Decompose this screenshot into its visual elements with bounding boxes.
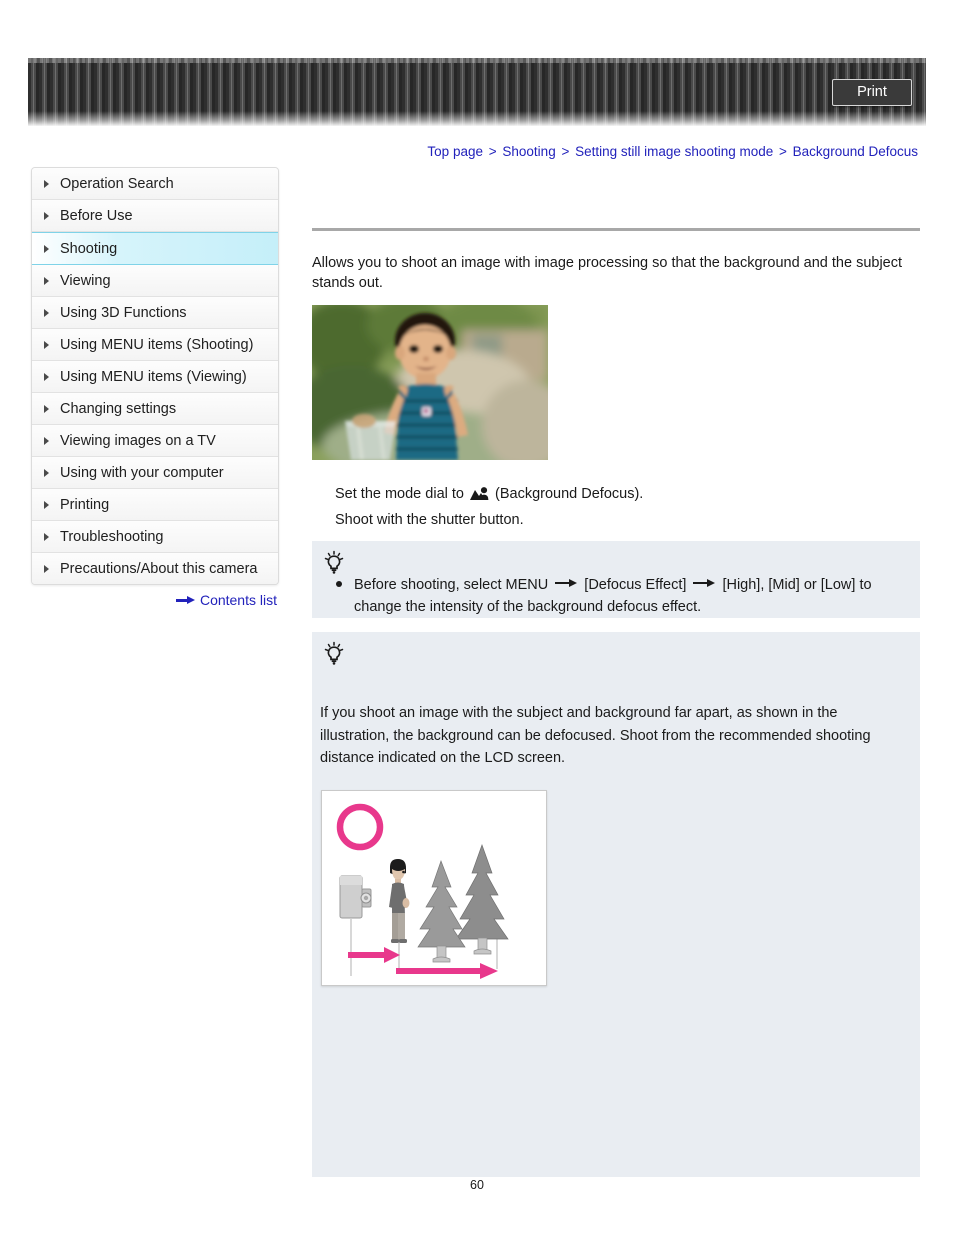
chevron-right-icon: [44, 244, 49, 253]
right-arrow-icon: [693, 578, 716, 588]
step-2-text: Shoot with the shutter button.: [335, 512, 524, 528]
breadcrumb-separator: >: [488, 144, 497, 159]
sidebar-item-shooting[interactable]: Shooting: [32, 232, 278, 265]
bullet-marker: [336, 581, 342, 587]
page-number: 60: [470, 1178, 484, 1192]
tip-text-part-1: Before shooting, select MENU: [354, 577, 553, 593]
tip-paragraph: If you shoot an image with the subject a…: [320, 705, 871, 766]
breadcrumb-item-setting-still-image-shooting-mode[interactable]: Setting still image shooting mode: [575, 144, 773, 159]
sidebar-navigation: Operation Search Before Use Shooting Vie…: [31, 167, 279, 585]
sidebar-item-viewing[interactable]: Viewing: [32, 265, 278, 297]
steps-list: Set the mode dial to (Background Defocus…: [335, 481, 895, 533]
contents-list-label: Contents list: [199, 592, 277, 608]
sample-photo: [312, 305, 548, 460]
breadcrumb-item-background-defocus[interactable]: Background Defocus: [793, 144, 918, 159]
breadcrumb-item-shooting[interactable]: Shooting: [502, 144, 555, 159]
chevron-right-icon: [44, 276, 49, 285]
sidebar-item-using-with-your-computer[interactable]: Using with your computer: [32, 457, 278, 489]
right-arrow-icon: [555, 578, 578, 588]
step-1: Set the mode dial to (Background Defocus…: [335, 481, 895, 507]
chevron-right-icon: [44, 564, 49, 573]
chevron-right-icon: [44, 500, 49, 509]
step-2: Shoot with the shutter button.: [335, 507, 895, 533]
sidebar-item-using-menu-items-shooting[interactable]: Using MENU items (Shooting): [32, 329, 278, 361]
sidebar-item-label: Before Use: [60, 207, 133, 224]
section-divider: [312, 228, 920, 231]
page-header-banner: Print: [28, 58, 926, 126]
chevron-right-icon: [44, 532, 49, 541]
sidebar-item-label: Precautions/About this camera: [60, 560, 258, 577]
chevron-right-icon: [44, 468, 49, 477]
tip-box-shooting-distance: If you shoot an image with the subject a…: [312, 632, 920, 1177]
sidebar-item-label: Viewing: [60, 272, 111, 289]
sidebar-item-troubleshooting[interactable]: Troubleshooting: [32, 521, 278, 553]
sidebar-item-label: Using with your computer: [60, 464, 224, 481]
sidebar-item-using-menu-items-viewing[interactable]: Using MENU items (Viewing): [32, 361, 278, 393]
lightbulb-icon: [322, 641, 346, 665]
contents-list-link[interactable]: Contents list: [31, 592, 277, 608]
breadcrumb-item-top-page[interactable]: Top page: [427, 144, 483, 159]
sidebar-item-label: Using 3D Functions: [60, 304, 187, 321]
chevron-right-icon: [44, 308, 49, 317]
tip-box-defocus-effect: Before shooting, select MENU [Defocus Ef…: [312, 541, 920, 618]
tip-bullet-text: Before shooting, select MENU [Defocus Ef…: [326, 574, 908, 618]
sidebar-item-label: Operation Search: [60, 175, 174, 192]
sidebar-item-label: Changing settings: [60, 400, 177, 417]
sidebar-item-label: Shooting: [60, 240, 118, 257]
breadcrumb-separator: >: [779, 144, 787, 159]
print-button[interactable]: Print: [832, 79, 912, 106]
sidebar-item-label: Printing: [60, 496, 110, 513]
chevron-right-icon: [44, 211, 49, 220]
background-defocus-mode-icon: [470, 484, 489, 500]
step-1-text-after: (Background Defocus).: [491, 486, 644, 502]
sidebar-item-using-3d-functions[interactable]: Using 3D Functions: [32, 297, 278, 329]
chevron-right-icon: [44, 436, 49, 445]
tip-bullet-list: Before shooting, select MENU [Defocus Ef…: [326, 574, 908, 618]
sidebar-item-label: Using MENU items (Shooting): [60, 336, 254, 353]
breadcrumb-separator: >: [561, 144, 570, 159]
sidebar-item-operation-search[interactable]: Operation Search: [32, 168, 278, 200]
step-1-text-before: Set the mode dial to: [335, 486, 468, 502]
chevron-right-icon: [44, 404, 49, 413]
sidebar-item-changing-settings[interactable]: Changing settings: [32, 393, 278, 425]
sidebar-item-label: Using MENU items (Viewing): [60, 368, 247, 385]
tip-text-part-2: [Defocus Effect]: [580, 577, 691, 593]
intro-paragraph: Allows you to shoot an image with image …: [312, 255, 903, 291]
sidebar-item-label: Viewing images on a TV: [60, 432, 216, 449]
chevron-right-icon: [44, 372, 49, 381]
chevron-right-icon: [44, 340, 49, 349]
sidebar-item-printing[interactable]: Printing: [32, 489, 278, 521]
sidebar-item-precautions-about-this-camera[interactable]: Precautions/About this camera: [32, 553, 278, 584]
sidebar-item-before-use[interactable]: Before Use: [32, 200, 278, 232]
breadcrumb: Top page > Shooting > Setting still imag…: [427, 143, 918, 161]
right-arrow-icon: [175, 595, 195, 605]
lightbulb-icon: [322, 550, 346, 574]
sidebar-item-label: Troubleshooting: [60, 528, 164, 545]
shooting-distance-illustration: [321, 790, 547, 986]
chevron-right-icon: [44, 179, 49, 188]
sidebar-item-viewing-images-on-a-tv[interactable]: Viewing images on a TV: [32, 425, 278, 457]
